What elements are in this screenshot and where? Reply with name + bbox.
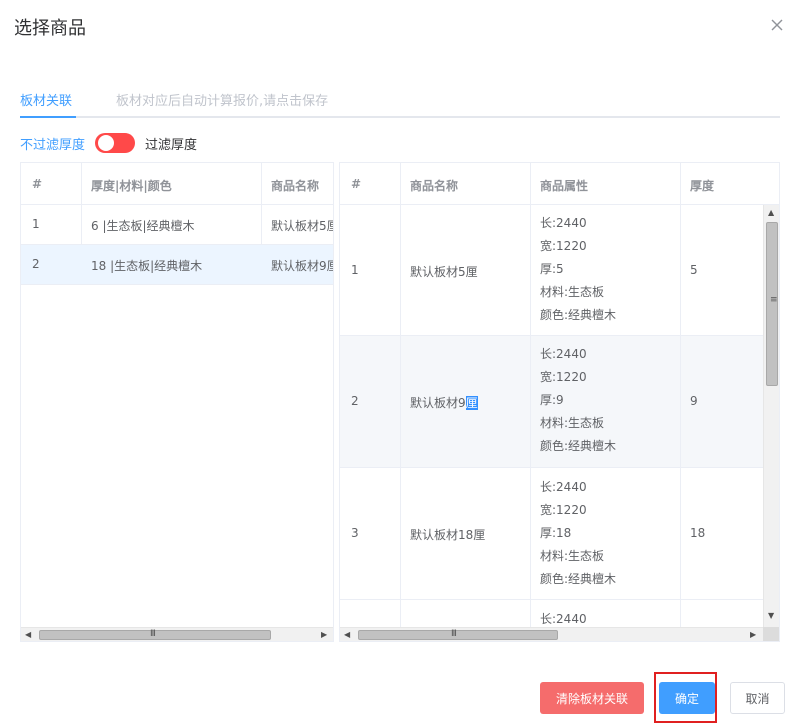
attr-thickness: 厚:9 [540,393,564,407]
close-icon[interactable] [768,16,786,34]
right-vertical-scrollbar[interactable]: ▲ ≡ ▼ [763,205,779,627]
thickness-filter-switch[interactable] [95,133,136,153]
grip-icon: III [150,629,156,639]
scroll-up-icon[interactable]: ▲ [768,208,774,217]
tab-board-link[interactable]: 板材关联 [20,90,72,109]
filter-thickness-label[interactable]: 过滤厚度 [145,134,197,153]
attr-length: 长:2440 [540,480,587,494]
no-filter-thickness-label[interactable]: 不过滤厚度 [20,134,85,153]
attr-color: 颜色:经典檀木 [540,308,617,322]
row-spec: 18 |生态板|经典檀木 [91,259,203,273]
attr-length: 长:2440 [540,216,587,230]
row-attrs: 长:2440 宽:1220 厚:9 材料:生态板 颜色:经典檀木 [540,343,616,458]
row-name: 默认板材9厘 [271,259,334,273]
row-attrs: 长:2440 宽:1220 厚:5 材料:生态板 颜色:经典檀木 [540,212,616,327]
attr-thickness: 厚:18 [540,526,572,540]
right-horizontal-scrollbar[interactable]: ◀ III ▶ [340,627,763,641]
cancel-button[interactable]: 取消 [730,682,785,714]
attr-length: 长:2440 [540,347,587,361]
switch-knob [98,135,115,151]
thickness-filter: 不过滤厚度 过滤厚度 [20,132,197,154]
right-product-table: # 商品名称 商品属性 厚度 1 默认板材5厘 长:2440 宽:1220 厚:… [339,162,780,642]
left-col-spec: 厚度|材料|颜色 [91,179,172,193]
scroll-thumb[interactable]: III [358,629,558,640]
row-index: 1 [32,217,40,231]
row-name: 默认板材9厘 [410,394,478,411]
left-board-table: # 厚度|材料|颜色 商品名称 1 6 |生态板|经典檀木 默认板材5厘 2 1… [20,162,334,642]
row-index: 2 [32,257,40,271]
row-spec: 6 |生态板|经典檀木 [91,219,195,233]
clear-board-link-button[interactable]: 清除板材关联 [540,682,644,714]
row-name: 默认板材5厘 [410,265,478,279]
grip-icon: ≡ [770,295,778,305]
row-index: 1 [351,263,359,277]
attr-thickness: 厚:5 [540,262,564,276]
row-name-text: 默认板材9 [410,396,466,410]
attr-width: 宽:1220 [540,503,587,517]
dialog-title: 选择商品 [14,18,86,39]
row-thickness: 5 [690,263,698,277]
table-row[interactable]: 2 默认板材9厘 长:2440 宽:1220 厚:9 材料:生态板 颜色:经典檀… [340,336,764,467]
row-thickness: 9 [690,394,698,408]
row-index: 3 [351,526,359,540]
scroll-down-icon[interactable]: ▼ [768,611,774,620]
table-row[interactable]: 2 18 |生态板|经典檀木 默认板材9厘 [21,245,334,284]
attr-color: 颜色:经典檀木 [540,439,617,453]
row-thickness: 18 [690,526,706,540]
tab-auto-quote-hint[interactable]: 板材对应后自动计算报价,请点击保存 [116,90,328,109]
scroll-right-icon[interactable]: ▶ [750,630,756,639]
right-col-name: 商品名称 [410,179,459,193]
attr-color: 颜色:经典檀木 [540,572,617,586]
row-attrs: 长:2440 宽:1220 厚:18 材料:生态板 颜色:经典檀木 [540,476,616,591]
tab-active-indicator [20,116,76,118]
scroll-left-icon[interactable]: ◀ [25,630,31,639]
right-col-attrs: 商品属性 [540,179,589,193]
right-col-index: # [351,177,362,191]
scrollbar-corner [763,627,779,641]
row-name: 默认板材18厘 [410,528,486,542]
attr-material: 材料:生态板 [540,549,605,563]
left-col-index: # [32,177,43,191]
left-horizontal-scrollbar[interactable]: ◀ III ▶ [21,627,333,641]
scroll-right-icon[interactable]: ▶ [321,630,327,639]
attr-width: 宽:1220 [540,239,587,253]
right-col-thickness: 厚度 [690,179,715,193]
scroll-thumb[interactable]: ≡ [766,222,778,386]
scroll-thumb[interactable]: III [39,629,271,640]
row-name: 默认板材5厘 [271,219,334,233]
row-index: 2 [351,394,359,408]
tab-bar: 板材关联 板材对应后自动计算报价,请点击保存 [20,80,780,118]
scroll-left-icon[interactable]: ◀ [344,630,350,639]
attr-material: 材料:生态板 [540,285,605,299]
confirm-highlight-frame [654,672,717,723]
attr-material: 材料:生态板 [540,416,605,430]
grip-icon: III [451,629,457,639]
selected-text: 厘 [465,396,478,410]
attr-width: 宽:1220 [540,370,587,384]
left-col-name: 商品名称 [271,179,320,193]
